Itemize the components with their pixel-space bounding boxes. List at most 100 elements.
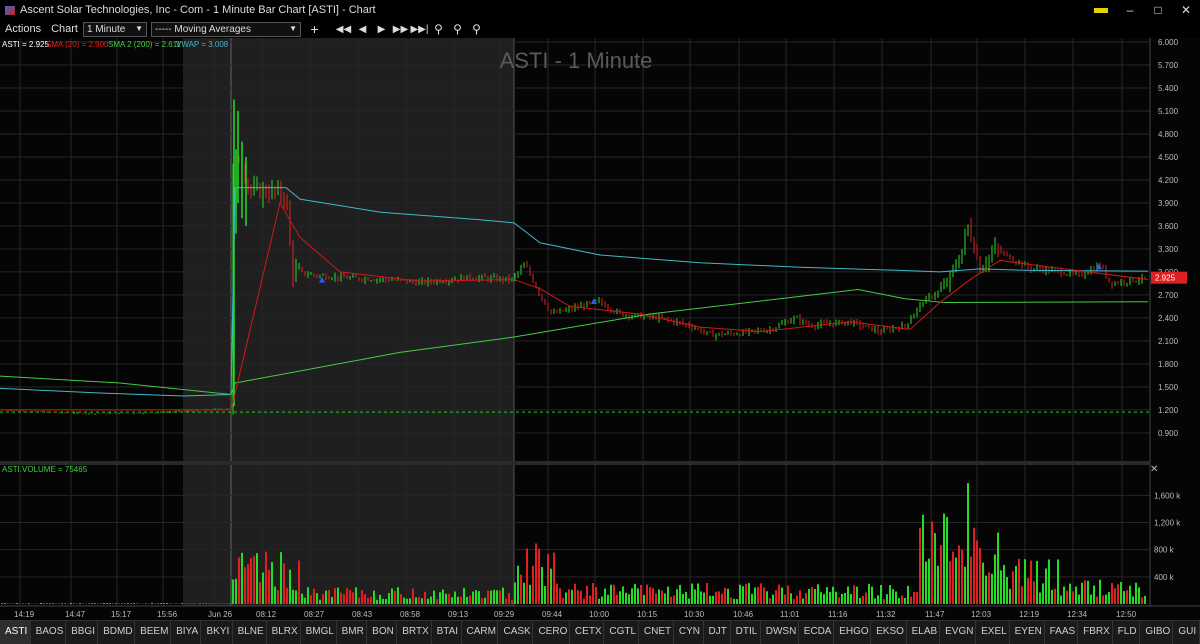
volume-bar bbox=[1030, 560, 1032, 604]
close-button[interactable]: ✕ bbox=[1172, 3, 1200, 17]
volume-bar bbox=[1036, 560, 1038, 604]
zoom-in-icon[interactable]: ⚲ bbox=[448, 22, 467, 36]
volume-bar bbox=[694, 589, 696, 604]
close-pane-icon[interactable]: ✕ bbox=[1150, 464, 1158, 475]
actions-menu[interactable]: Actions bbox=[0, 23, 46, 35]
symbol-tab-dwsn[interactable]: DWSN bbox=[760, 621, 799, 644]
volume-bar bbox=[157, 603, 159, 604]
volume-bar bbox=[643, 594, 645, 604]
time-axis-label: 11:32 bbox=[876, 610, 896, 619]
symbol-tab-gibo[interactable]: GIBO bbox=[1140, 621, 1174, 644]
symbol-tab-brtx[interactable]: BRTX bbox=[397, 621, 432, 644]
symbol-tab-cgtl[interactable]: CGTL bbox=[604, 621, 639, 644]
symbol-tab-evgn[interactable]: EVGN bbox=[940, 621, 977, 644]
symbol-tab-cyn[interactable]: CYN bbox=[673, 621, 704, 644]
symbol-tab-eyen[interactable]: EYEN bbox=[1009, 621, 1045, 644]
volume-bar bbox=[703, 592, 705, 604]
volume-bar bbox=[415, 597, 417, 604]
scroll-left-button[interactable]: ◀ bbox=[353, 24, 372, 35]
symbol-tab-cero[interactable]: CERO bbox=[533, 621, 570, 644]
volume-bar bbox=[706, 583, 708, 604]
volume-bar bbox=[475, 590, 477, 604]
volume-bar bbox=[457, 596, 459, 604]
volume-bar bbox=[388, 593, 390, 604]
volume-bar bbox=[352, 592, 354, 604]
symbol-tab-blne[interactable]: BLNE bbox=[232, 621, 267, 644]
symbol-tab-carm[interactable]: CARM bbox=[461, 621, 499, 644]
add-study-button[interactable]: + bbox=[305, 21, 324, 37]
volume-bar bbox=[829, 591, 831, 604]
chart-menu[interactable]: Chart bbox=[46, 23, 83, 35]
volume-bar bbox=[1132, 596, 1134, 604]
time-axis-label: 08:43 bbox=[352, 610, 373, 619]
scroll-end-button[interactable]: ▶▶| bbox=[410, 24, 429, 35]
symbol-tab-elab[interactable]: ELAB bbox=[906, 621, 941, 644]
maximize-button[interactable]: □ bbox=[1144, 3, 1172, 17]
symbol-tab-gui[interactable]: GUI bbox=[1173, 621, 1200, 644]
scroll-fast-button[interactable]: ▶▶ bbox=[391, 24, 410, 35]
time-axis-label: 08:12 bbox=[256, 610, 277, 619]
studies-select[interactable]: ----- Moving Averages ▼ bbox=[150, 21, 301, 37]
volume-bar bbox=[418, 597, 420, 604]
symbol-tab-ecda[interactable]: ECDA bbox=[798, 621, 835, 644]
price-chart-svg[interactable]: ASTI - 1 Minute ASTI = 2.925 SMA (20) = … bbox=[0, 38, 1200, 620]
volume-bar bbox=[757, 587, 759, 604]
symbol-tab-baos[interactable]: BAOS bbox=[30, 621, 67, 644]
symbol-tab-bbgi[interactable]: BBGI bbox=[66, 621, 99, 644]
symbol-tab-bon[interactable]: BON bbox=[367, 621, 398, 644]
volume-bar bbox=[103, 603, 105, 604]
symbol-tab-beem[interactable]: BEEM bbox=[135, 621, 172, 644]
volume-bar bbox=[811, 587, 813, 604]
symbol-tab-fbrx[interactable]: FBRX bbox=[1078, 621, 1113, 644]
volume-bar bbox=[631, 588, 633, 604]
volume-bar bbox=[1123, 591, 1125, 604]
volume-bar bbox=[115, 603, 117, 604]
volume-bar bbox=[469, 595, 471, 604]
symbol-tab-cetx[interactable]: CETX bbox=[569, 621, 605, 644]
volume-bar bbox=[16, 603, 18, 604]
volume-bar bbox=[610, 584, 612, 604]
volume-bar bbox=[943, 513, 945, 604]
symbol-tab-dtil[interactable]: DTIL bbox=[730, 621, 761, 644]
symbol-tab-ehgo[interactable]: EHGO bbox=[834, 621, 872, 644]
volume-bar bbox=[70, 603, 72, 604]
symbol-tab-bmr[interactable]: BMR bbox=[336, 621, 368, 644]
volume-bar bbox=[877, 595, 879, 604]
volume-bar bbox=[433, 590, 435, 604]
symbol-tab-biya[interactable]: BIYA bbox=[171, 621, 202, 644]
volume-bar bbox=[46, 603, 48, 604]
symbol-tab-djt[interactable]: DJT bbox=[703, 621, 731, 644]
minimize-button[interactable]: – bbox=[1116, 3, 1144, 17]
volume-bar bbox=[997, 532, 999, 604]
legend-vwap: VWAP = 3.008 bbox=[176, 40, 229, 49]
volume-axis-label: 1,200 k bbox=[1154, 519, 1181, 528]
interval-select[interactable]: 1 Minute ▼ bbox=[82, 21, 147, 37]
symbol-tab-asti[interactable]: ASTI bbox=[0, 621, 31, 644]
symbol-tab-bkyi[interactable]: BKYI bbox=[201, 621, 233, 644]
volume-bar bbox=[1000, 570, 1002, 604]
symbol-tab-blrx[interactable]: BLRX bbox=[266, 621, 301, 644]
volume-bar bbox=[364, 593, 366, 604]
symbol-tab-faas[interactable]: FAAS bbox=[1044, 621, 1079, 644]
zoom-icon[interactable]: ⚲ bbox=[429, 22, 448, 36]
chart-area[interactable]: ASTI - 1 Minute ASTI = 2.925 SMA (20) = … bbox=[0, 38, 1200, 620]
symbol-tab-bdmd[interactable]: BDMD bbox=[98, 621, 136, 644]
link-color-indicator[interactable] bbox=[1094, 7, 1108, 13]
volume-bar bbox=[622, 586, 624, 604]
symbol-tab-ekso[interactable]: EKSO bbox=[871, 621, 907, 644]
symbol-tab-bmgl[interactable]: BMGL bbox=[300, 621, 337, 644]
symbol-tab-fld[interactable]: FLD bbox=[1112, 621, 1141, 644]
volume-bar bbox=[268, 569, 270, 604]
symbol-tab-btai[interactable]: BTAI bbox=[431, 621, 462, 644]
symbol-tab-cnet[interactable]: CNET bbox=[638, 621, 674, 644]
volume-bar bbox=[859, 597, 861, 604]
scroll-right-button[interactable]: ▶ bbox=[372, 24, 391, 35]
volume-bar bbox=[199, 603, 201, 604]
symbol-tab-exel[interactable]: EXEL bbox=[976, 621, 1010, 644]
zoom-out-icon[interactable]: ⚲ bbox=[467, 22, 486, 36]
volume-bar bbox=[1039, 592, 1041, 604]
symbol-tab-cask[interactable]: CASK bbox=[498, 621, 534, 644]
time-axis-label: 10:46 bbox=[733, 610, 754, 619]
volume-bar bbox=[331, 597, 333, 604]
scroll-start-button[interactable]: ◀◀ bbox=[334, 24, 353, 35]
